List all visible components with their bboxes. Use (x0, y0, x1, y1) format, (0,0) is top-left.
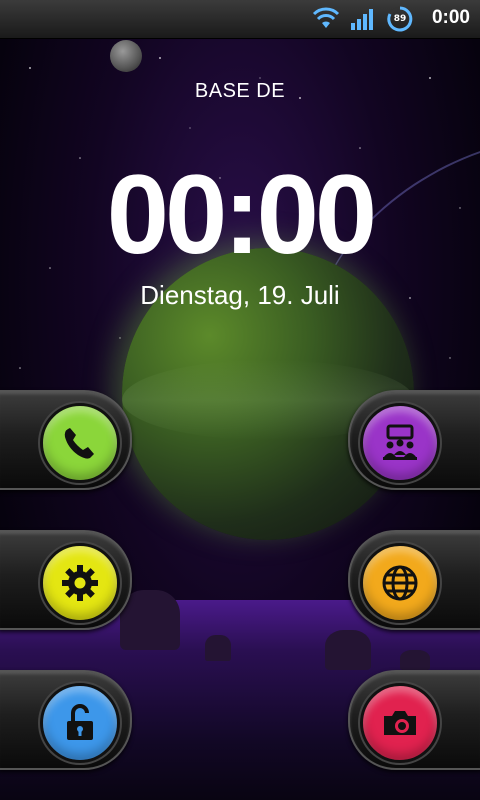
status-time: 0:00 (431, 7, 470, 28)
camera-icon (384, 711, 416, 735)
shortcut-slot-unlock (0, 670, 132, 770)
signal-icon (351, 9, 373, 30)
lock-date: Dienstag, 19. Juli (140, 280, 340, 310)
unlock-icon (67, 704, 93, 740)
shortcut-slot-camera (348, 670, 480, 770)
shortcut-slot-phone (0, 390, 132, 490)
battery-icon: 89 (387, 6, 413, 32)
phone-button[interactable] (40, 403, 120, 483)
rock (205, 635, 231, 661)
conference-icon (383, 424, 417, 460)
shortcut-slot-settings (0, 530, 132, 630)
rock (120, 590, 180, 650)
browser-button[interactable] (360, 543, 440, 623)
status-bar: 89 0:00 (0, 0, 480, 39)
shortcut-slot-conference (348, 390, 480, 490)
rock (400, 650, 430, 670)
conference-button[interactable] (360, 403, 440, 483)
phone-icon (64, 428, 94, 459)
camera-button[interactable] (360, 683, 440, 763)
shortcut-slot-browser (348, 530, 480, 630)
wifi-icon (312, 7, 340, 28)
lock-clock: 00:00 (106, 152, 377, 277)
moon (110, 40, 142, 72)
globe-icon (382, 565, 418, 601)
gear-icon (62, 565, 98, 601)
unlock-button[interactable] (40, 683, 120, 763)
carrier-name: BASE DE (194, 80, 286, 102)
settings-button[interactable] (40, 543, 120, 623)
rock (325, 630, 371, 670)
battery-level: 89 (393, 14, 407, 24)
